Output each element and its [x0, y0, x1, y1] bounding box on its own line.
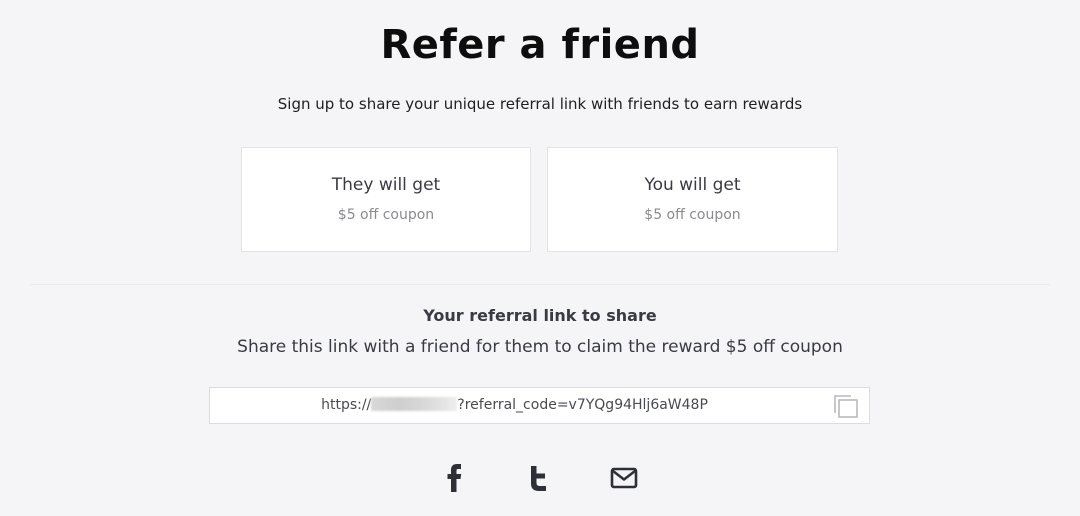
referral-link-field[interactable]: https:// ?referral_code=v7YQg94Hlj6aW48P [209, 387, 870, 424]
referral-link-prefix: https:// [321, 397, 372, 413]
reward-card-heading: They will get [331, 175, 441, 195]
reward-card-value: $5 off coupon [337, 207, 435, 223]
reward-card-you: You will get $5 off coupon [547, 147, 838, 252]
referral-link-text[interactable]: https:// ?referral_code=v7YQg94Hlj6aW48P [210, 397, 819, 413]
share-buttons [0, 458, 1080, 498]
referral-link-suffix: ?referral_code=v7YQg94Hlj6aW48P [457, 397, 708, 413]
page-title: Refer a friend [380, 22, 700, 68]
email-share-button[interactable] [604, 458, 644, 498]
reward-card-friend: They will get $5 off coupon [241, 147, 531, 252]
referral-link-description: Share this link with a friend for them t… [237, 337, 843, 357]
facebook-icon [447, 464, 462, 492]
twitter-share-button[interactable] [519, 458, 559, 498]
twitter-icon [531, 466, 546, 491]
redacted-domain [371, 397, 458, 411]
referral-link-heading: Your referral link to share [423, 306, 657, 325]
copy-icon[interactable] [832, 393, 860, 419]
reward-card-value: $5 off coupon [644, 207, 741, 223]
reward-card-heading: You will get [644, 175, 741, 195]
facebook-share-button[interactable] [434, 458, 474, 498]
email-icon [610, 467, 638, 489]
section-divider [30, 284, 1050, 285]
page-subtitle: Sign up to share your unique referral li… [277, 95, 803, 113]
